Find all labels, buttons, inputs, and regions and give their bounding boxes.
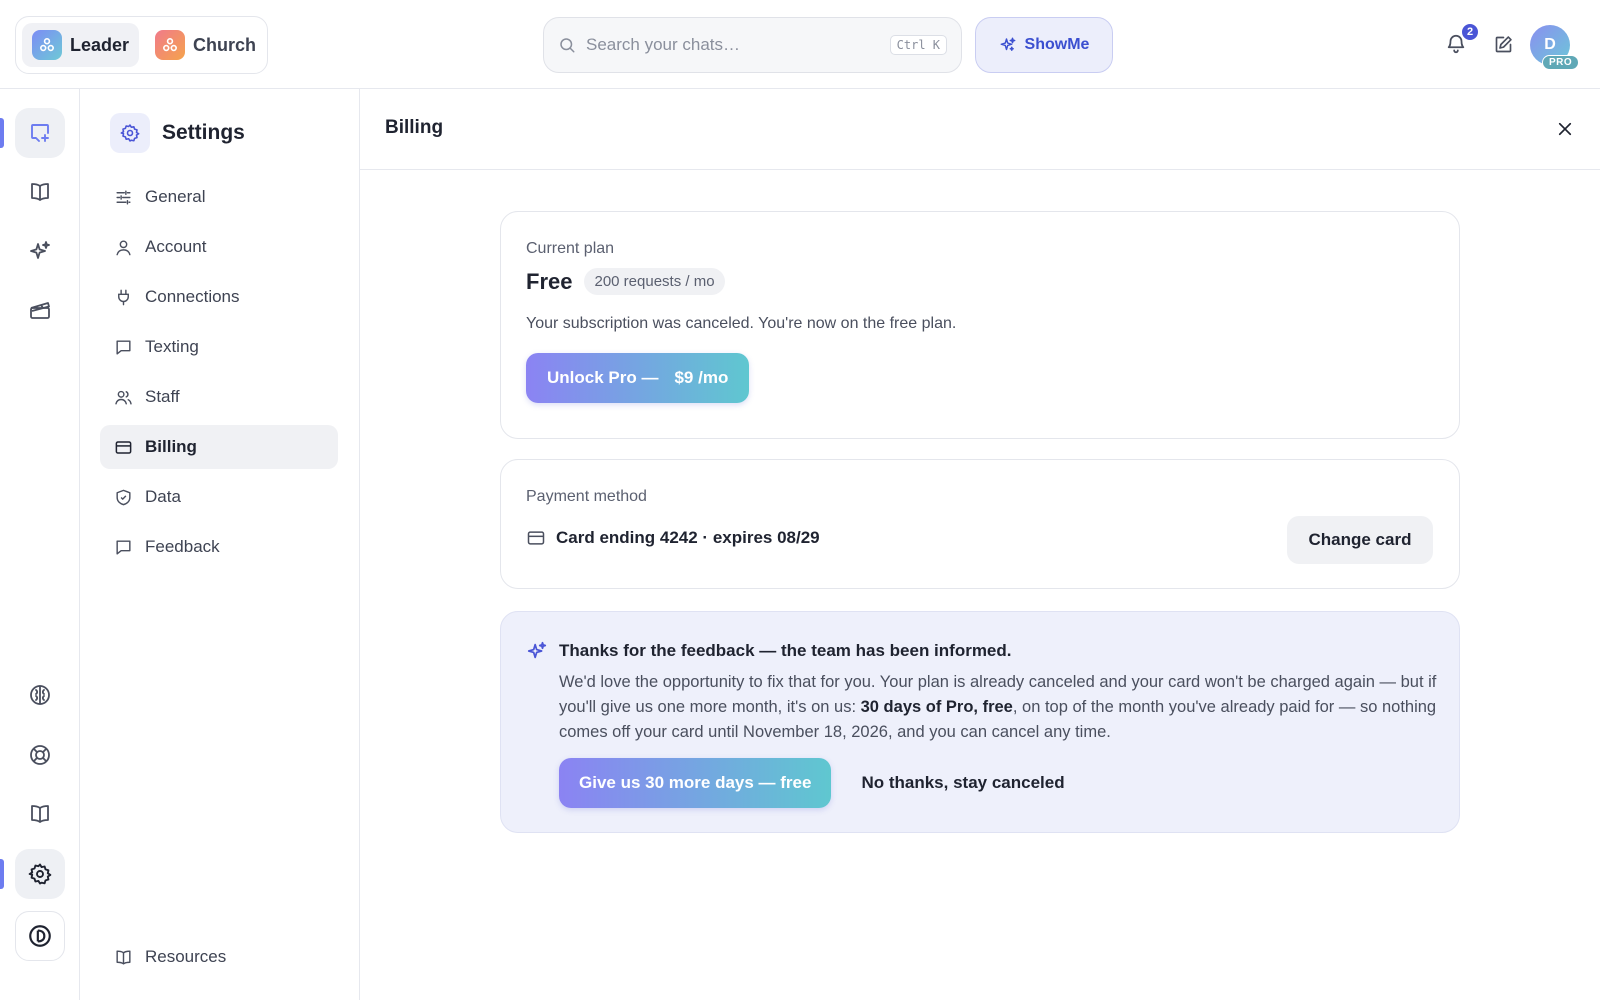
workspace-tab-leader[interactable]: Leader bbox=[22, 23, 140, 67]
clapperboard-icon bbox=[28, 298, 52, 322]
unlock-pro-button[interactable]: Unlock Pro — $9 /mo bbox=[526, 353, 750, 403]
retention-offer-card: Thanks for the feedback — the team has b… bbox=[500, 611, 1460, 833]
rail-media[interactable] bbox=[15, 285, 65, 335]
rail-brand[interactable] bbox=[15, 911, 65, 961]
settings-header: Settings bbox=[110, 113, 245, 153]
settings-nav-texting[interactable]: Texting bbox=[100, 325, 338, 369]
workspace-label: Church bbox=[193, 34, 257, 55]
settings-nav-general[interactable]: General bbox=[100, 175, 338, 219]
rail-help[interactable] bbox=[15, 730, 65, 780]
plan-quota-badge: 200 requests / mo bbox=[584, 268, 725, 295]
current-plan-card: Current plan Free 200 requests / mo Your… bbox=[500, 211, 1460, 439]
rail-active-indicator bbox=[0, 118, 4, 148]
rail-settings[interactable] bbox=[15, 849, 65, 899]
billing-panel: Billing Current plan Free 200 requests /… bbox=[360, 89, 1600, 1000]
settings-nav-connections[interactable]: Connections bbox=[100, 275, 338, 319]
current-plan-label: Current plan bbox=[526, 240, 615, 257]
gear-icon bbox=[28, 862, 52, 886]
decline-offer-button[interactable]: No thanks, stay canceled bbox=[861, 773, 1064, 793]
nav-label: Staff bbox=[145, 387, 180, 406]
users-icon bbox=[114, 388, 133, 407]
settings-nav-data[interactable]: Data bbox=[100, 475, 338, 519]
payment-method-card: Payment method Card ending 4242 · expire… bbox=[500, 459, 1460, 589]
icon-rail bbox=[0, 89, 80, 1000]
rail-docs[interactable] bbox=[15, 789, 65, 839]
card-details: Card ending 4242 · expires 08/29 bbox=[556, 528, 820, 547]
lifebuoy-icon bbox=[28, 743, 52, 767]
close-icon bbox=[1556, 120, 1574, 138]
rail-ai[interactable] bbox=[15, 226, 65, 276]
offer-title: Thanks for the feedback — the team has b… bbox=[559, 641, 1012, 660]
sparkles-icon bbox=[28, 239, 52, 263]
nav-label: Resources bbox=[145, 947, 227, 966]
showme-label: ShowMe bbox=[1024, 36, 1090, 53]
nav-label: Account bbox=[145, 237, 207, 256]
gear-icon bbox=[110, 113, 150, 153]
nav-label: Feedback bbox=[145, 537, 220, 556]
offer-highlight: 30 days of Pro, free bbox=[860, 698, 1013, 716]
book-icon bbox=[28, 802, 52, 826]
rail-library[interactable] bbox=[15, 167, 65, 217]
workspace-switcher: Leader Church bbox=[15, 16, 268, 74]
panel-header: Billing bbox=[360, 89, 1600, 170]
sparkles-icon bbox=[999, 36, 1017, 54]
search-input[interactable] bbox=[586, 35, 890, 55]
sparkles-icon bbox=[526, 640, 548, 662]
user-icon bbox=[114, 238, 133, 257]
rail-brain[interactable] bbox=[15, 670, 65, 720]
offer-body: We'd love the opportunity to fix that fo… bbox=[559, 670, 1439, 745]
plan-name: Free bbox=[526, 268, 573, 294]
workspace-tab-church[interactable]: Church bbox=[145, 23, 266, 67]
rail-new-chat[interactable] bbox=[15, 108, 65, 158]
accept-offer-button[interactable]: Give us 30 more days — free bbox=[559, 758, 832, 808]
credit-card-icon bbox=[526, 528, 546, 548]
nav-label: Data bbox=[145, 487, 181, 506]
avatar-initial: D bbox=[1544, 36, 1556, 53]
plan-status-text: Your subscription was canceled. You're n… bbox=[526, 315, 957, 332]
edit-icon bbox=[1493, 34, 1514, 55]
sliders-icon bbox=[114, 188, 133, 207]
leader-logo-icon bbox=[32, 30, 62, 60]
search-bar[interactable]: Ctrl K bbox=[543, 17, 962, 73]
credit-card-icon bbox=[114, 438, 133, 457]
nav-label: Billing bbox=[145, 437, 197, 456]
notification-count-badge: 2 bbox=[1460, 22, 1480, 42]
payment-method-label: Payment method bbox=[526, 488, 647, 505]
search-shortcut: Ctrl K bbox=[889, 35, 947, 55]
change-card-button[interactable]: Change card bbox=[1287, 516, 1433, 564]
message-icon bbox=[114, 538, 133, 557]
page-title: Billing bbox=[385, 117, 444, 138]
nav-label: Connections bbox=[145, 287, 240, 306]
nav-label: Texting bbox=[145, 337, 199, 356]
offer-actions: Give us 30 more days — free No thanks, s… bbox=[559, 758, 1065, 808]
workspace-label: Leader bbox=[70, 34, 130, 55]
book-icon bbox=[114, 948, 133, 967]
brand-icon bbox=[27, 923, 53, 949]
settings-sidebar: Settings General Account Connections Tex… bbox=[80, 89, 360, 1000]
book-icon bbox=[28, 180, 52, 204]
brain-icon bbox=[28, 683, 52, 707]
settings-nav-staff[interactable]: Staff bbox=[100, 375, 338, 419]
nav-label: General bbox=[145, 187, 206, 206]
search-icon bbox=[558, 36, 576, 54]
message-icon bbox=[114, 338, 133, 357]
unlock-pro-price: $9 /mo bbox=[674, 368, 729, 387]
settings-nav-account[interactable]: Account bbox=[100, 225, 338, 269]
rail-active-indicator bbox=[0, 859, 4, 889]
close-button[interactable] bbox=[1552, 116, 1578, 142]
showme-button[interactable]: ShowMe bbox=[975, 17, 1113, 73]
plug-icon bbox=[114, 288, 133, 307]
unlock-pro-label: Unlock Pro — bbox=[547, 368, 659, 387]
shield-icon bbox=[114, 488, 133, 507]
new-chat-icon bbox=[28, 121, 52, 145]
pro-badge: PRO bbox=[1542, 55, 1580, 70]
settings-title: Settings bbox=[162, 121, 245, 144]
settings-nav-billing[interactable]: Billing bbox=[100, 425, 338, 469]
compose-button[interactable] bbox=[1490, 31, 1516, 57]
top-bar: Leader Church Ctrl K ShowMe 2 D bbox=[0, 0, 1600, 89]
settings-nav-resources[interactable]: Resources bbox=[100, 935, 338, 979]
church-logo-icon bbox=[155, 30, 186, 60]
settings-nav-feedback[interactable]: Feedback bbox=[100, 525, 338, 569]
